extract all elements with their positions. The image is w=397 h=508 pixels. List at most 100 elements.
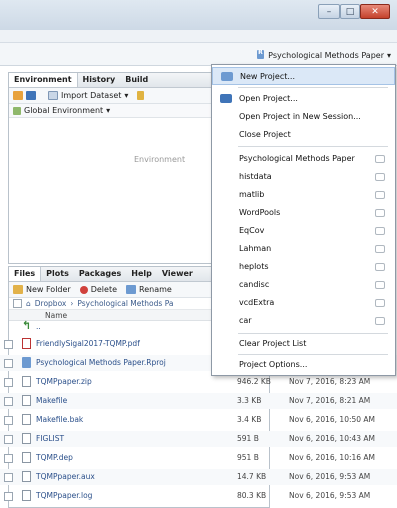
menu-strip (0, 30, 397, 43)
delete-button[interactable]: Delete (91, 285, 117, 294)
pdf-icon (22, 338, 31, 349)
row-checkbox[interactable] (4, 378, 13, 387)
menu-item-label: histdata (239, 172, 272, 181)
scope-selector[interactable]: Global Environment (24, 106, 103, 115)
close-button[interactable]: ✕ (360, 4, 390, 19)
load-workspace-icon[interactable] (13, 91, 23, 100)
row-checkbox[interactable] (4, 473, 13, 482)
table-row[interactable]: TQMP.dep 951 B Nov 6, 2016, 10:16 AM (0, 450, 397, 466)
file-name[interactable]: .. (36, 322, 41, 331)
row-checkbox[interactable] (4, 492, 13, 501)
new-project-icon (221, 72, 233, 81)
window-titlebar: – □ ✕ (0, 0, 397, 31)
project-name: Psychological Methods Paper (268, 50, 384, 60)
menu-item-project-options[interactable]: Project Options... (212, 356, 395, 374)
tab-history[interactable]: History (78, 73, 121, 87)
file-size: 946.2 KB (237, 377, 271, 386)
file-name[interactable]: TQMP.dep (36, 453, 73, 462)
menu-item-recent-project[interactable]: vcdExtra (212, 294, 395, 312)
menu-item-close-project[interactable]: Close Project (212, 126, 395, 144)
menu-item-recent-project[interactable]: heplots (212, 258, 395, 276)
menu-item-clear-project-list[interactable]: Clear Project List (212, 335, 395, 353)
file-name[interactable]: Psychological Methods Paper.Rproj (36, 358, 166, 367)
menu-item-label: Clear Project List (239, 339, 307, 348)
table-row[interactable]: TQMPpaper.log 80.3 KB Nov 6, 2016, 9:53 AM (0, 488, 397, 504)
row-checkbox[interactable] (4, 340, 13, 349)
menu-item-open-project[interactable]: Open Project... (212, 90, 395, 108)
file-name[interactable]: FriendlySigal2017-TQMP.pdf (36, 339, 140, 348)
row-checkbox[interactable] (4, 435, 13, 444)
menu-item-open-new-session[interactable]: Open Project in New Session... (212, 108, 395, 126)
file-name[interactable]: TQMPpaper.log (36, 491, 92, 500)
minimize-button[interactable]: – (318, 4, 340, 19)
tab-files[interactable]: Files (9, 267, 42, 281)
file-size: 14.7 KB (237, 472, 267, 481)
new-folder-button[interactable]: New Folder (26, 285, 71, 294)
file-modified-date: Nov 6, 2016, 10:16 AM (289, 453, 376, 462)
menu-item-recent-project[interactable]: matlib (212, 186, 395, 204)
row-checkbox[interactable] (4, 359, 13, 368)
menu-item-recent-project[interactable]: histdata (212, 168, 395, 186)
file-modified-date: Nov 7, 2016, 8:21 AM (289, 396, 371, 405)
table-row[interactable]: TQMPpaper.zip 946.2 KB Nov 7, 2016, 8:23 A… (0, 374, 397, 390)
menu-item-recent-project[interactable]: WordPools (212, 204, 395, 222)
open-in-new-window-icon[interactable] (375, 245, 385, 253)
menu-item-recent-project[interactable]: car (212, 312, 395, 330)
breadcrumb-project[interactable]: Psychological Methods Pa (77, 299, 173, 308)
home-icon[interactable]: ⌂ (26, 299, 31, 308)
menu-item-new-project[interactable]: New Project... (212, 67, 395, 85)
broom-icon[interactable] (137, 91, 145, 100)
table-row[interactable]: FIGLIST 591 B Nov 6, 2016, 10:43 AM (0, 431, 397, 447)
open-in-new-window-icon[interactable] (375, 299, 385, 307)
close-icon: ✕ (371, 7, 379, 17)
tab-plots[interactable]: Plots (41, 267, 74, 281)
menu-item-label: Open Project in New Session... (239, 112, 361, 121)
breadcrumb-dropbox[interactable]: Dropbox (35, 299, 67, 308)
tab-viewer[interactable]: Viewer (157, 267, 198, 281)
save-workspace-icon[interactable] (26, 91, 36, 100)
menu-divider (238, 146, 388, 147)
up-arrow-icon: ↰ (22, 319, 32, 332)
rename-button[interactable]: Rename (139, 285, 172, 294)
open-in-new-window-icon[interactable] (375, 263, 385, 271)
table-row[interactable]: Makefile.bak 3.4 KB Nov 6, 2016, 10:50 AM (0, 412, 397, 428)
row-checkbox[interactable] (4, 454, 13, 463)
rproject-icon (256, 49, 265, 60)
open-in-new-window-icon[interactable] (375, 209, 385, 217)
table-row[interactable]: TQMPpaper.aux 14.7 KB Nov 6, 2016, 9:53 AM (0, 469, 397, 485)
open-in-new-window-icon[interactable] (375, 227, 385, 235)
open-in-new-window-icon[interactable] (375, 281, 385, 289)
file-name[interactable]: Makefile.bak (36, 415, 83, 424)
menu-item-recent-project[interactable]: candisc (212, 276, 395, 294)
row-checkbox[interactable] (4, 416, 13, 425)
file-name[interactable]: TQMPpaper.zip (36, 377, 92, 386)
open-in-new-window-icon[interactable] (375, 155, 385, 163)
project-switcher[interactable]: Psychological Methods Paper ▾ (256, 49, 391, 61)
tab-help[interactable]: Help (126, 267, 157, 281)
select-all-checkbox[interactable] (13, 299, 22, 308)
file-name[interactable]: TQMPpaper.aux (36, 472, 95, 481)
file-name[interactable]: Makefile (36, 396, 67, 405)
file-name[interactable]: FIGLIST (36, 434, 64, 443)
open-in-new-window-icon[interactable] (375, 173, 385, 181)
table-row[interactable]: Makefile 3.3 KB Nov 7, 2016, 8:21 AM (0, 393, 397, 409)
maximize-button[interactable]: □ (340, 4, 360, 19)
menu-item-recent-project[interactable]: Lahman (212, 240, 395, 258)
menu-item-label: Close Project (239, 130, 291, 139)
file-size: 951 B (237, 453, 259, 462)
tab-environment[interactable]: Environment (9, 73, 78, 87)
open-in-new-window-icon[interactable] (375, 191, 385, 199)
file-modified-date: Nov 6, 2016, 9:53 AM (289, 472, 371, 481)
import-dataset-button[interactable]: Import Dataset (61, 91, 121, 100)
menu-item-recent-project[interactable]: EqCov (212, 222, 395, 240)
tab-build[interactable]: Build (120, 73, 153, 87)
menu-item-recent-project[interactable]: Psychological Methods Paper (212, 150, 395, 168)
open-in-new-window-icon[interactable] (375, 317, 385, 325)
delete-icon (79, 285, 88, 294)
row-checkbox[interactable] (4, 397, 13, 406)
rproj-icon (22, 357, 31, 368)
file-modified-date: Nov 6, 2016, 9:53 AM (289, 491, 371, 500)
new-folder-icon (13, 285, 23, 294)
chevron-down-icon: ▾ (124, 91, 129, 100)
tab-packages[interactable]: Packages (74, 267, 126, 281)
